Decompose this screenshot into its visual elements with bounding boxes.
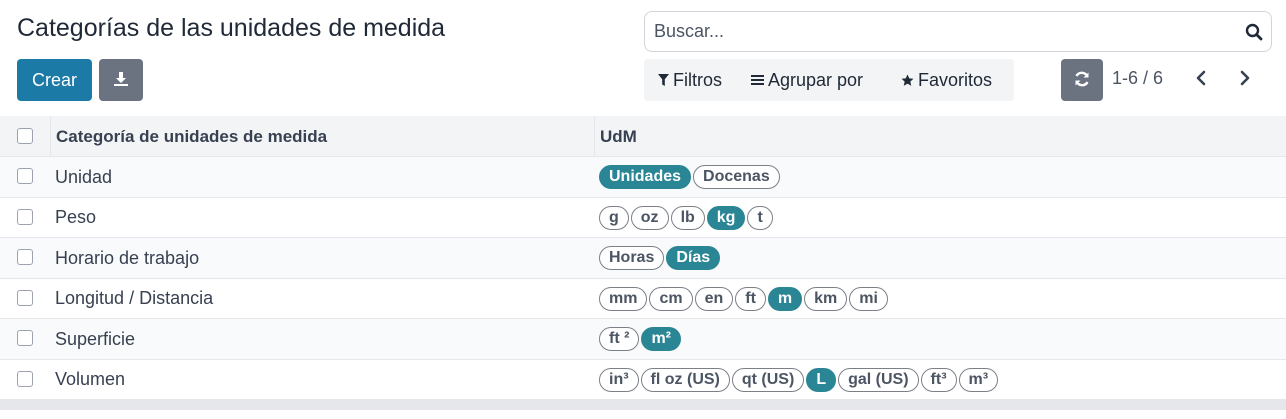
search-input[interactable] [645, 13, 1225, 50]
filters-toggle[interactable]: Filtros [658, 59, 722, 101]
uom-tag[interactable]: mi [849, 286, 888, 311]
table-row[interactable]: Peso g oz lb kg t [0, 197, 1286, 238]
uom-tag-reference[interactable]: Días [666, 246, 721, 270]
refresh-icon [1073, 70, 1091, 91]
favorites-label: Favoritos [918, 69, 993, 90]
table-header: Categoría de unidades de medida UdM [0, 116, 1286, 157]
category-name-cell[interactable]: Superficie [55, 319, 135, 359]
uom-tag[interactable]: ft ² [599, 327, 640, 351]
table-body: Unidad Unidades Docenas Peso g oz lb kg t Horario… [0, 157, 1286, 400]
table-row[interactable]: Horario de trabajo Horas Días [0, 238, 1286, 279]
pager-previous-button[interactable] [1186, 64, 1216, 96]
uom-tag[interactable]: lb [670, 205, 705, 230]
refresh-button[interactable] [1061, 59, 1103, 101]
filters-label: Filtros [673, 69, 722, 90]
chevron-right-icon [1239, 70, 1251, 91]
pager-next-button[interactable] [1230, 64, 1260, 96]
uom-category-table: Categoría de unidades de medida UdM Unid… [0, 116, 1286, 410]
uom-tag[interactable]: fl oz (US) [640, 367, 730, 392]
uom-tag[interactable]: ft³ [920, 367, 957, 392]
uom-tags-cell: in³ fl oz (US) qt (US) Lgal (US) ft³ m³ [599, 360, 999, 400]
uom-tags-cell: g oz lb kg t [599, 198, 773, 238]
uom-tag[interactable]: oz [630, 205, 669, 230]
table-footer [0, 400, 1286, 410]
table-row[interactable]: Superficie ft ² m² [0, 319, 1286, 360]
uom-categories-view: Categorías de las unidades de medida Cre… [0, 0, 1286, 419]
header-category[interactable]: Categoría de unidades de medida [56, 116, 327, 157]
uom-tags-cell: Unidades Docenas [599, 157, 780, 197]
table-row[interactable]: Unidad Unidades Docenas [0, 157, 1286, 198]
row-checkbox[interactable] [17, 168, 33, 184]
uom-tag[interactable]: mm [599, 286, 648, 311]
create-button[interactable]: Crear [17, 59, 92, 101]
column-divider [594, 116, 595, 157]
bars-icon [751, 74, 764, 86]
uom-tag-reference[interactable]: kg [706, 205, 746, 230]
search-panel-toggles: Filtros Agrupar por Favoritos [644, 59, 1014, 101]
uom-tag[interactable]: ft [735, 286, 766, 311]
favorites-toggle[interactable]: Favoritos [901, 59, 992, 101]
download-icon [113, 71, 129, 90]
table-row[interactable]: Volumen in³ fl oz (US) qt (US) Lgal (US) ft³ m… [0, 359, 1286, 400]
search-icon[interactable] [1243, 21, 1265, 43]
uom-tag-reference[interactable]: m [767, 286, 803, 311]
category-name-cell[interactable]: Unidad [55, 157, 112, 197]
category-name-cell[interactable]: Volumen [55, 360, 125, 400]
uom-tag-reference[interactable]: Unidades [599, 165, 692, 189]
chevron-left-icon [1195, 70, 1207, 91]
download-button[interactable] [99, 59, 143, 101]
uom-tag[interactable]: km [804, 286, 848, 311]
select-all-checkbox[interactable] [17, 128, 33, 144]
uom-tag[interactable]: in³ [599, 367, 639, 392]
column-divider [50, 116, 51, 157]
star-icon [901, 74, 914, 87]
search-box [644, 11, 1272, 52]
category-name-cell[interactable]: Longitud / Distancia [55, 279, 213, 319]
category-name-cell[interactable]: Horario de trabajo [55, 238, 199, 278]
row-checkbox[interactable] [17, 249, 33, 265]
uom-tag[interactable]: qt (US) [731, 367, 805, 392]
uom-tag[interactable]: t [747, 205, 773, 230]
uom-tags-cell: ft ² m² [599, 319, 681, 359]
uom-tag-reference[interactable]: L [806, 367, 837, 392]
uom-tag[interactable]: m³ [958, 367, 999, 392]
pager-value[interactable]: 1-6 / 6 [1112, 68, 1163, 89]
category-name-cell[interactable]: Peso [55, 198, 96, 238]
uom-tag[interactable]: Docenas [693, 165, 780, 189]
group-by-toggle[interactable]: Agrupar por [751, 59, 863, 101]
uom-tag-reference[interactable]: m² [641, 327, 681, 351]
table-row[interactable]: Longitud / Distancia mm cm en ft m km mi [0, 278, 1286, 319]
group-by-label: Agrupar por [768, 69, 864, 90]
uom-tag[interactable]: g [599, 205, 629, 230]
uom-tag[interactable]: gal (US) [838, 367, 919, 392]
uom-tag[interactable]: cm [649, 286, 693, 311]
page-title: Categorías de las unidades de medida [17, 14, 446, 42]
uom-tag[interactable]: Horas [599, 246, 665, 270]
header-uom[interactable]: UdM [600, 116, 637, 157]
uom-tag[interactable]: en [694, 286, 734, 311]
row-checkbox[interactable] [17, 289, 33, 306]
row-checkbox[interactable] [17, 208, 33, 225]
row-checkbox[interactable] [17, 370, 33, 387]
uom-tags-cell: Horas Días [599, 238, 721, 278]
uom-tags-cell: mm cm en ft m km mi [599, 279, 888, 319]
filter-icon [658, 74, 669, 86]
row-checkbox[interactable] [17, 330, 33, 346]
